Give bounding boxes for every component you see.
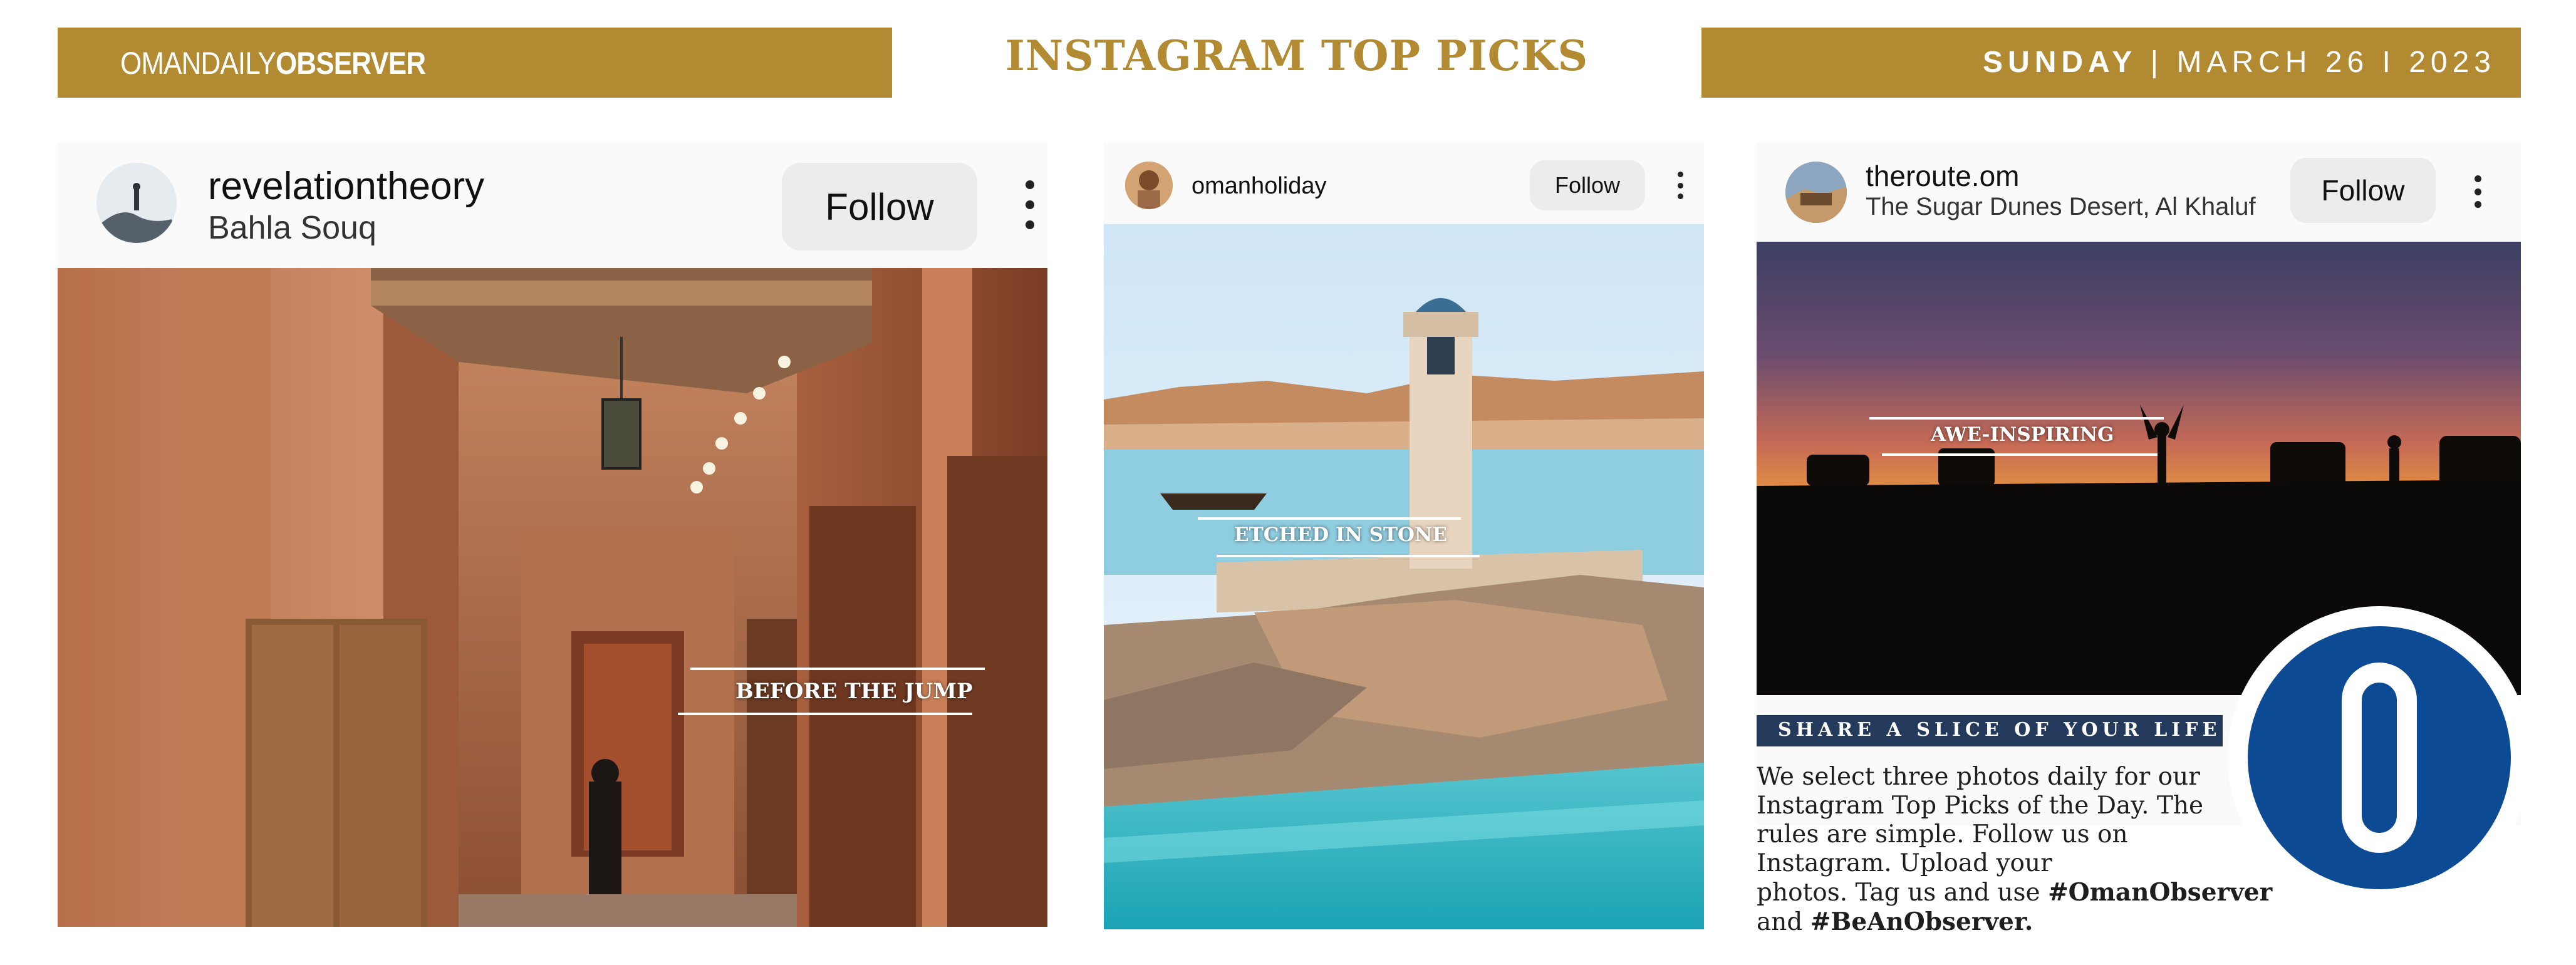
observer-o-letter-mark	[2342, 663, 2417, 853]
dateline: SUNDAY | MARCH 26 I 2023	[1983, 45, 2496, 80]
post-caption: ETCHED IN STONE	[1234, 524, 1448, 546]
post-photo-bahla-souq: BEFORE THE JUMP	[58, 268, 1047, 927]
avatar[interactable]	[1785, 162, 1847, 223]
share-line-6: and #BeAnObserver.	[1757, 907, 2270, 937]
masthead-right-bar: SUNDAY | MARCH 26 I 2023	[1701, 28, 2521, 98]
brand-light-text: OMANDAILY	[120, 46, 276, 81]
caption-rule-top	[1869, 417, 2164, 420]
post-username[interactable]: revelationtheory	[208, 164, 484, 209]
caption-rule-top	[690, 668, 985, 670]
share-line-2: Instagram Top Picks of the Day. The	[1757, 792, 2204, 820]
share-heading: SHARE A SLICE OF YOUR LIFE	[1778, 719, 2221, 741]
more-vertical-icon[interactable]	[1676, 172, 1684, 199]
more-vertical-icon[interactable]	[2473, 175, 2482, 208]
observer-o-logo	[2248, 626, 2511, 889]
dateline-year: 2023	[2409, 46, 2496, 79]
dateline-date: MARCH 26	[2176, 46, 2369, 79]
avatar[interactable]	[1125, 162, 1173, 209]
share-instructions: We select three photos daily for our Ins…	[1757, 763, 2273, 937]
post-location[interactable]: Bahla Souq	[208, 209, 377, 247]
post-location[interactable]: The Sugar Dunes Desert, Al Khaluf	[1866, 193, 2256, 221]
page-title: INSTAGRAM TOP PICKS	[1005, 31, 1589, 80]
post-photo-lighthouse: ETCHED IN STONE	[1104, 224, 1704, 929]
share-line-5-text: photos. Tag us and use	[1757, 879, 2048, 907]
post-caption: BEFORE THE JUMP	[735, 679, 973, 704]
masthead-left-bar: OMANDAILYOBSERVER	[58, 28, 892, 98]
caption-rule-bottom	[678, 713, 972, 715]
dateline-day: SUNDAY	[1983, 46, 2137, 79]
caption-rule-top	[1198, 517, 1461, 520]
more-vertical-icon[interactable]	[1024, 180, 1036, 229]
post-username[interactable]: theroute.om	[1866, 159, 2019, 193]
brand-bold-text: OBSERVER	[275, 46, 426, 81]
share-line-4: Instagram. Upload your	[1757, 849, 2052, 877]
instagram-post-2: omanholiday Follow ETCHED IN STONE	[1104, 143, 1704, 929]
dateline-separator: |	[2150, 46, 2164, 79]
hashtag-oman-observer: #OmanObserver	[2048, 878, 2273, 907]
follow-button[interactable]: Follow	[1530, 160, 1645, 210]
caption-rule-bottom	[1882, 453, 2158, 456]
dateline-separator-2: I	[2382, 46, 2396, 79]
share-line-6-text: and	[1757, 908, 1810, 936]
share-line-1: We select three photos daily for our	[1757, 763, 2200, 791]
follow-button[interactable]: Follow	[782, 163, 977, 250]
hashtag-be-an-observer: #BeAnObserver.	[1810, 907, 2033, 936]
share-line-3: rules are simple. Follow us on	[1757, 820, 2128, 849]
follow-button[interactable]: Follow	[2290, 158, 2436, 223]
avatar[interactable]	[96, 163, 177, 243]
share-line-5: photos. Tag us and use #OmanObserver	[1757, 878, 2273, 907]
post-username[interactable]: omanholiday	[1192, 173, 1326, 200]
post-caption: AWE-INSPIRING	[1931, 423, 2114, 446]
instagram-post-1: revelationtheory Bahla Souq Follow BEFOR…	[58, 143, 1047, 927]
share-heading-banner: SHARE A SLICE OF YOUR LIFE	[1757, 715, 2223, 746]
publication-logo: OMANDAILYOBSERVER	[120, 45, 426, 81]
caption-rule-bottom	[1217, 555, 1480, 557]
